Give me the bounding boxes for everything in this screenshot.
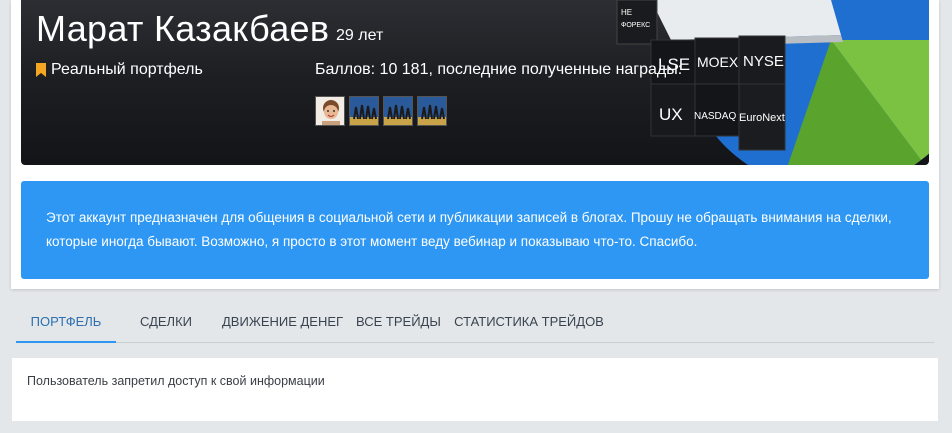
profile-card: НЕ ФОРЕКС LSE MOEX NYSE UX NASDAQ EuroNe… [11, 0, 939, 289]
cube-label-nyse: NYSE [743, 53, 784, 70]
small-label-2: ФОРЕКС [621, 22, 650, 29]
user-name: Марат Казакбаев [36, 8, 330, 49]
cube-label-euronext: EuroNext [739, 112, 785, 124]
account-info-notice: Этот аккаунт предназначен для общения в … [21, 181, 929, 279]
access-denied-message: Пользователь запретил доступ к свой инфо… [27, 374, 325, 388]
points-text: Баллов: 10 181, последние полученные наг… [315, 61, 683, 78]
avatar-award-icon[interactable] [315, 96, 345, 126]
trophy-award-icon[interactable] [383, 96, 413, 126]
tab-all-trades[interactable]: ВСЕ ТРЕЙДЫ [356, 303, 441, 341]
bookmark-icon [36, 63, 46, 77]
tab-deals[interactable]: СДЕЛКИ [128, 303, 204, 341]
trophy-award-icon[interactable] [417, 96, 447, 126]
tab-portfolio[interactable]: ПОРТФЕЛЬ [16, 303, 116, 343]
profile-banner: НЕ ФОРЕКС LSE MOEX NYSE UX NASDAQ EuroNe… [21, 0, 929, 165]
tab-trade-stats[interactable]: СТАТИСТИКА ТРЕЙДОВ [454, 303, 604, 341]
awards-list [315, 96, 447, 126]
tab-money-flow[interactable]: ДВИЖЕНИЕ ДЕНЕГ [222, 303, 343, 341]
portfolio-type[interactable]: Реальный портфель [36, 61, 203, 79]
trophy-award-icon[interactable] [349, 96, 379, 126]
tab-content-panel: Пользователь запретил доступ к свой инфо… [12, 358, 938, 421]
small-label-1: НЕ [621, 8, 632, 17]
portfolio-type-label: Реальный портфель [51, 61, 203, 78]
cube-label-nasdaq: NASDAQ [694, 111, 736, 122]
cube-label-moex: MOEX [697, 54, 739, 70]
account-info-text: Этот аккаунт предназначен для общения в … [46, 210, 892, 249]
cube-label-ux: UX [659, 105, 683, 124]
user-age: 29 лет [336, 27, 384, 44]
exchanges-banner-art: НЕ ФОРЕКС LSE MOEX NYSE UX NASDAQ EuroNe… [616, 0, 929, 165]
profile-tabs: ПОРТФЕЛЬ СДЕЛКИ ДВИЖЕНИЕ ДЕНЕГ ВСЕ ТРЕЙД… [16, 303, 934, 343]
